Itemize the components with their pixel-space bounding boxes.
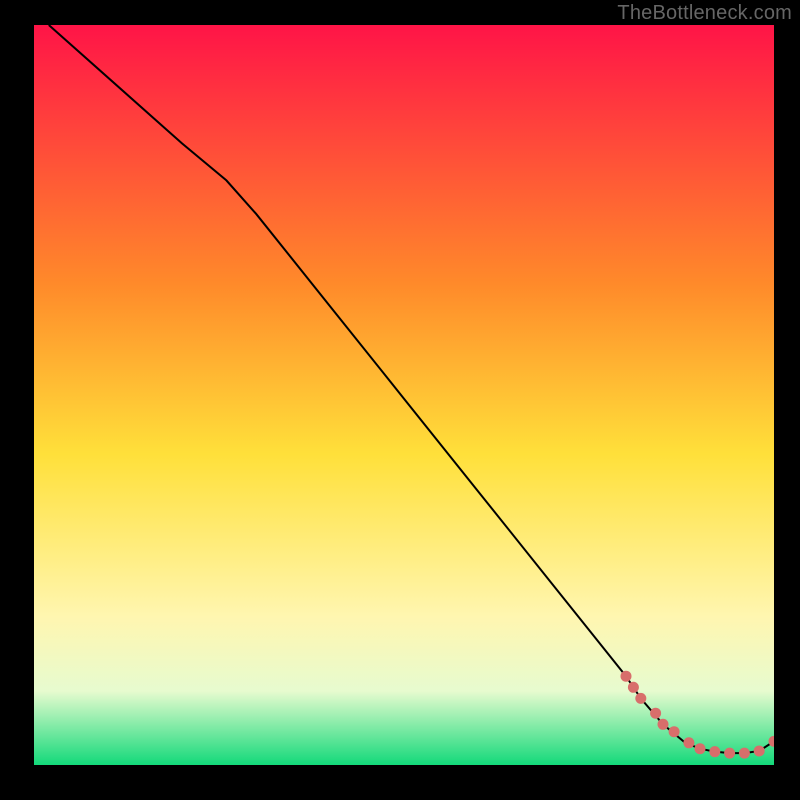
- watermark-text: TheBottleneck.com: [617, 2, 792, 25]
- data-point-marker: [628, 682, 639, 693]
- data-point-marker: [695, 743, 706, 754]
- data-point-marker: [739, 748, 750, 759]
- data-point-marker: [650, 708, 661, 719]
- data-point-marker: [621, 671, 632, 682]
- data-point-marker: [754, 745, 765, 756]
- data-point-marker: [635, 693, 646, 704]
- chart-svg: [34, 25, 774, 765]
- data-point-marker: [683, 737, 694, 748]
- data-point-marker: [709, 746, 720, 757]
- gradient-rect: [34, 25, 774, 765]
- data-point-marker: [658, 719, 669, 730]
- plot-area: [34, 25, 774, 765]
- chart-frame: TheBottleneck.com: [0, 0, 800, 800]
- data-point-marker: [724, 748, 735, 759]
- data-point-marker: [669, 726, 680, 737]
